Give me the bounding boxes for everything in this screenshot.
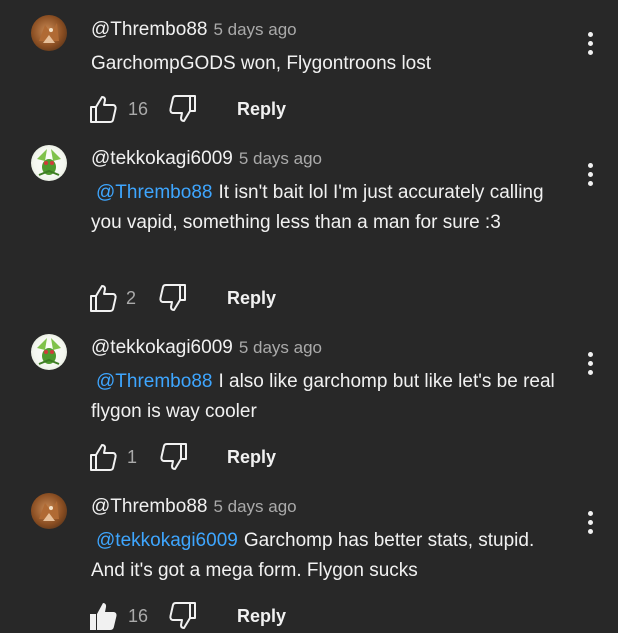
- timestamp[interactable]: 5 days ago: [239, 338, 322, 357]
- author-name[interactable]: @Thrembo88: [91, 496, 207, 517]
- mention-link[interactable]: @Thrembo88: [96, 182, 212, 203]
- comment-text: @tekkokagi6009 Garchomp has better stats,…: [91, 526, 561, 586]
- timestamp[interactable]: 5 days ago: [239, 149, 322, 168]
- comment-text: @Thrembo88 It isn't bait lol I'm just acc…: [91, 178, 561, 238]
- comment-header: @Thrembo88 5 days ago: [91, 496, 297, 518]
- thumb-down-icon[interactable]: [159, 442, 189, 472]
- more-options-icon[interactable]: [584, 352, 598, 382]
- avatar[interactable]: [31, 334, 67, 370]
- more-options-icon[interactable]: [584, 32, 598, 62]
- avatar[interactable]: [31, 15, 67, 51]
- reply-button[interactable]: Reply: [237, 99, 286, 120]
- comment-body: GarchompGODS won, Flygontroons lost: [91, 53, 432, 74]
- thumb-down-icon[interactable]: [158, 283, 188, 313]
- comment-header: @tekkokagi6009 5 days ago: [91, 148, 322, 170]
- garchomp-avatar-icon: [39, 501, 59, 521]
- thumb-down-icon[interactable]: [168, 601, 198, 631]
- thumb-down-icon[interactable]: [168, 94, 198, 124]
- thumb-up-icon[interactable]: [88, 442, 118, 472]
- comment-text: @Thrembo88 I also like garchomp but like …: [91, 367, 561, 427]
- more-options-icon[interactable]: [584, 163, 598, 193]
- author-name[interactable]: @tekkokagi6009: [91, 148, 233, 169]
- flygon-avatar-icon: [37, 338, 61, 365]
- author-name[interactable]: @Thrembo88: [91, 19, 207, 40]
- avatar[interactable]: [31, 145, 67, 181]
- mention-link[interactable]: @tekkokagi6009: [96, 530, 238, 551]
- comment-text: GarchompGODS won, Flygontroons lost: [91, 49, 561, 79]
- reply-button[interactable]: Reply: [227, 288, 276, 309]
- like-count: 1: [127, 447, 138, 467]
- comment-header: @Thrembo88 5 days ago: [91, 19, 297, 41]
- timestamp[interactable]: 5 days ago: [213, 20, 296, 39]
- like-count: 16: [128, 99, 149, 119]
- garchomp-avatar-icon: [39, 23, 59, 43]
- like-count: 16: [128, 606, 149, 626]
- more-options-icon[interactable]: [584, 511, 598, 541]
- comment-header: @tekkokagi6009 5 days ago: [91, 337, 322, 359]
- reply-button[interactable]: Reply: [227, 447, 276, 468]
- mention-link[interactable]: @Thrembo88: [96, 371, 212, 392]
- timestamp[interactable]: 5 days ago: [213, 497, 296, 516]
- thumb-up-filled-icon[interactable]: [88, 601, 118, 631]
- thumb-up-icon[interactable]: [88, 283, 118, 313]
- thumb-up-icon[interactable]: [88, 94, 118, 124]
- like-count: 2: [126, 288, 137, 308]
- author-name[interactable]: @tekkokagi6009: [91, 337, 233, 358]
- flygon-avatar-icon: [37, 149, 61, 176]
- avatar[interactable]: [31, 493, 67, 529]
- reply-button[interactable]: Reply: [237, 606, 286, 627]
